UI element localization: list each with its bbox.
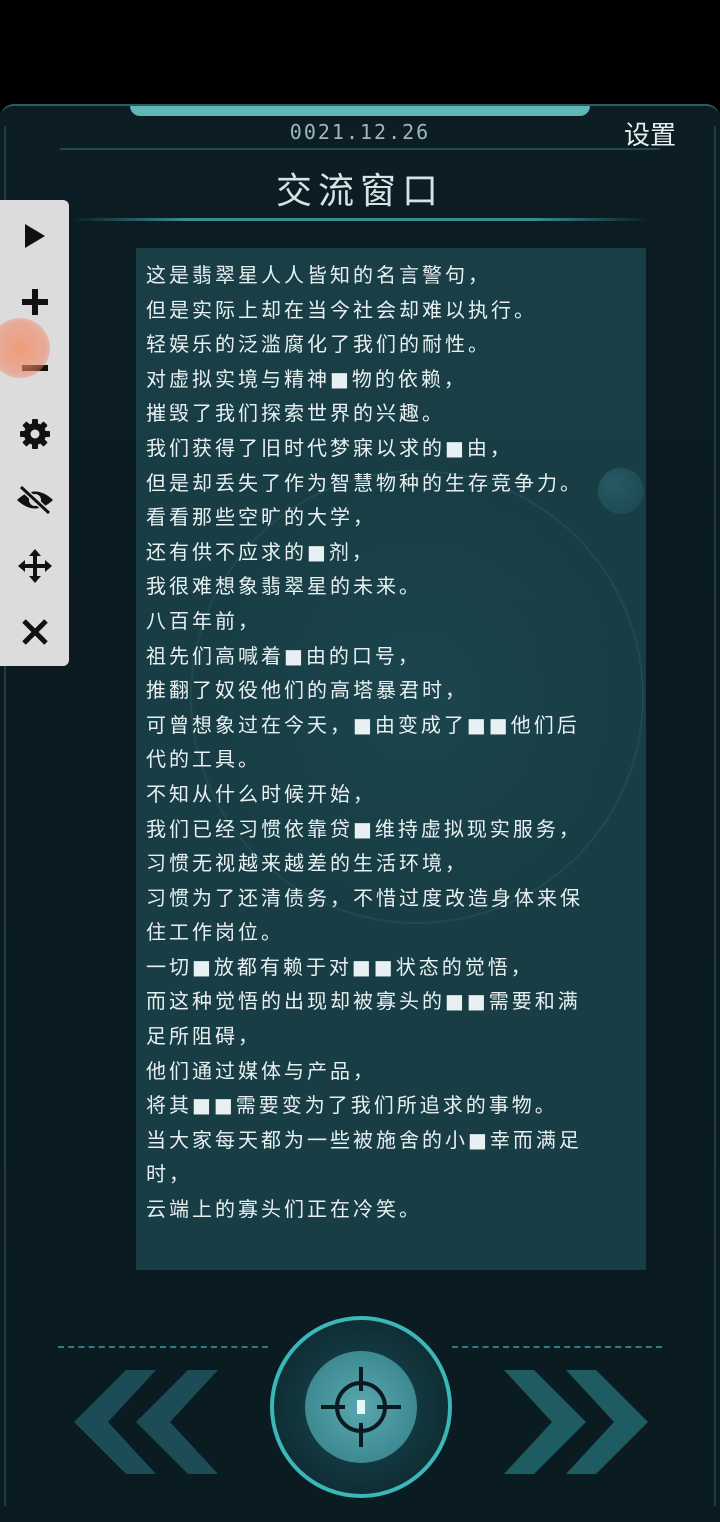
title-divider-top [60, 148, 660, 150]
next-button[interactable] [504, 1370, 654, 1474]
text-line: 轻娱乐的泛滥腐化了我们的耐性。 [146, 332, 491, 357]
play-button[interactable] [0, 206, 69, 266]
text-line: 云端上的寡头们正在冷笑。 [146, 1197, 422, 1222]
center-action-button[interactable] [270, 1316, 452, 1498]
close-button[interactable] [0, 602, 69, 662]
text-line: 我很难想象翡翠星的未来。 [146, 574, 422, 599]
text-line: 推翻了奴役他们的高塔暴君时， [146, 678, 468, 703]
text-line: 足所阻碍， [146, 1024, 261, 1049]
crosshair-icon [321, 1367, 401, 1447]
text-line: 看看那些空旷的大学， [146, 505, 376, 530]
move-button[interactable] [0, 536, 69, 596]
prev-button[interactable] [68, 1370, 218, 1474]
text-line: 但是实际上却在当今社会却难以执行。 [146, 297, 537, 322]
text-line: 代的工具。 [146, 747, 261, 772]
text-line: 可曾想象过在今天，■由变成了■■他们后 [146, 712, 580, 737]
title-divider-bottom [70, 218, 650, 221]
message-text: 这是翡翠星人人皆知的名言警句， 但是实际上却在当今社会却难以执行。 轻娱乐的泛滥腐化… [146, 258, 638, 1227]
hide-button[interactable] [0, 470, 69, 530]
panel-top-glow [130, 106, 590, 116]
text-line: 住工作岗位。 [146, 920, 284, 945]
text-line: 将其■■需要变为了我们所追求的事物。 [146, 1093, 558, 1118]
text-line: 而这种觉悟的出现却被寡头的■■需要和满 [146, 989, 581, 1014]
text-line: 不知从什么时候开始， [146, 781, 376, 806]
plus-icon [21, 289, 48, 315]
text-line: 对虚拟实境与精神■物的依赖， [146, 366, 467, 391]
nav-line-left [58, 1346, 268, 1348]
play-icon [24, 224, 45, 248]
text-line: 八百年前， [146, 608, 261, 633]
text-line: 习惯无视越来越差的生活环境， [146, 851, 468, 876]
text-line: 祖先们高喊着■由的口号， [146, 643, 421, 668]
text-line: 这是翡翠星人人皆知的名言警句， [146, 263, 491, 287]
text-line: 时， [146, 1162, 192, 1187]
eye-off-icon [16, 485, 53, 515]
text-line: 当大家每天都为一些被施舍的小■幸而满足 [146, 1127, 582, 1152]
text-line: 他们通过媒体与产品， [146, 1058, 376, 1083]
settings-button[interactable]: 设置 [624, 115, 676, 152]
settings-tool-button[interactable] [0, 404, 69, 464]
close-icon [21, 619, 48, 645]
double-chevron-left-icon [74, 1370, 218, 1474]
text-line: 习惯为了还清债务，不惜过度改造身体来保 [146, 885, 583, 910]
text-line: 还有供不应求的■剂， [146, 539, 375, 564]
floating-toolbar [0, 200, 69, 666]
page-title: 交流窗口 [275, 171, 444, 212]
text-line: 摧毁了我们探索世界的兴趣。 [146, 401, 445, 426]
double-chevron-right-icon [504, 1370, 648, 1474]
panel-border-right [714, 126, 716, 1506]
text-line: 一切■放都有赖于对■■状态的觉悟， [146, 954, 534, 979]
text-line: 但是却丢失了作为智慧物种的生存竞争力。 [146, 470, 583, 495]
center-action-inner [305, 1351, 417, 1463]
move-arrows-icon [17, 549, 52, 583]
nav-line-right [452, 1346, 662, 1348]
status-bar [0, 0, 720, 104]
date-label: 0021.12.26 [289, 120, 431, 144]
text-line: 我们获得了旧时代梦寐以求的■由， [146, 435, 513, 460]
text-line: 我们已经习惯依靠贷■维持虚拟现实服务， [146, 816, 582, 841]
message-text-box: 这是翡翠星人人皆知的名言警句， 但是实际上却在当今社会却难以执行。 轻娱乐的泛滥腐化… [136, 248, 646, 1270]
gear-icon [19, 419, 50, 449]
